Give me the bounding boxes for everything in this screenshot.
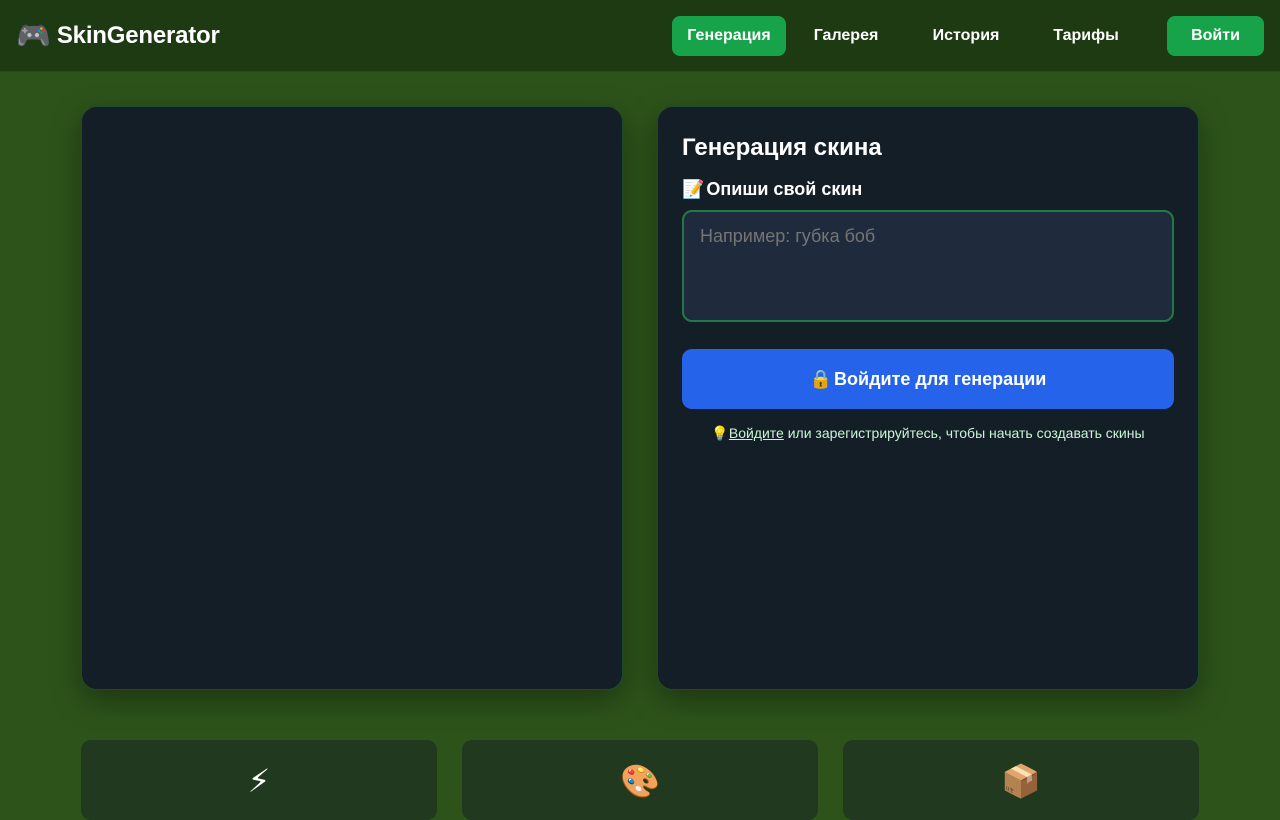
feature-card-speed: ⚡ (81, 740, 437, 820)
prompt-label: 📝 Опиши свой скин (682, 179, 1174, 200)
hint-text: или зарегистрируйтесь, чтобы начать созд… (783, 425, 1145, 441)
lock-icon: 🔒 (809, 368, 833, 389)
form-title: Генерация скина (682, 134, 882, 161)
nav-gallery[interactable]: Галерея (786, 16, 906, 56)
brand-logo[interactable]: 🎮 SkinGenerator (16, 20, 220, 52)
login-button[interactable]: Войти (1167, 16, 1264, 56)
feature-card-style: 🎨 (462, 740, 818, 820)
nav-history[interactable]: История (906, 16, 1026, 56)
skin-preview-panel (81, 106, 623, 690)
lightning-icon: ⚡ (247, 763, 271, 799)
palette-icon: 🎨 (620, 763, 660, 799)
login-hint: 💡Войдите или зарегистрируйтесь, чтобы на… (682, 425, 1174, 442)
generate-button[interactable]: 🔒 Войдите для генерации (682, 349, 1174, 409)
brand-name: SkinGenerator (56, 22, 220, 49)
generation-form-panel: Генерация скина 📝 Опиши свой скин 🔒 Войд… (657, 106, 1199, 690)
generate-button-label: Войдите для генерации (834, 368, 1047, 389)
top-navigation-bar: 🎮 SkinGenerator Генерация Галерея Истори… (0, 0, 1280, 72)
lightbulb-icon: 💡 (711, 425, 729, 441)
nav-pricing[interactable]: Тарифы (1026, 16, 1146, 56)
gamepad-icon: 🎮 (16, 20, 51, 51)
feature-card-export: 📦 (843, 740, 1199, 820)
package-icon: 📦 (1001, 763, 1041, 799)
memo-icon: 📝 (682, 179, 705, 199)
main-nav: Генерация Галерея История Тарифы (672, 16, 1146, 56)
hint-login-link[interactable]: Войдите (729, 425, 784, 441)
prompt-label-text: Опиши свой скин (706, 179, 863, 199)
skin-description-input[interactable] (682, 210, 1174, 322)
nav-generation[interactable]: Генерация (672, 16, 786, 56)
